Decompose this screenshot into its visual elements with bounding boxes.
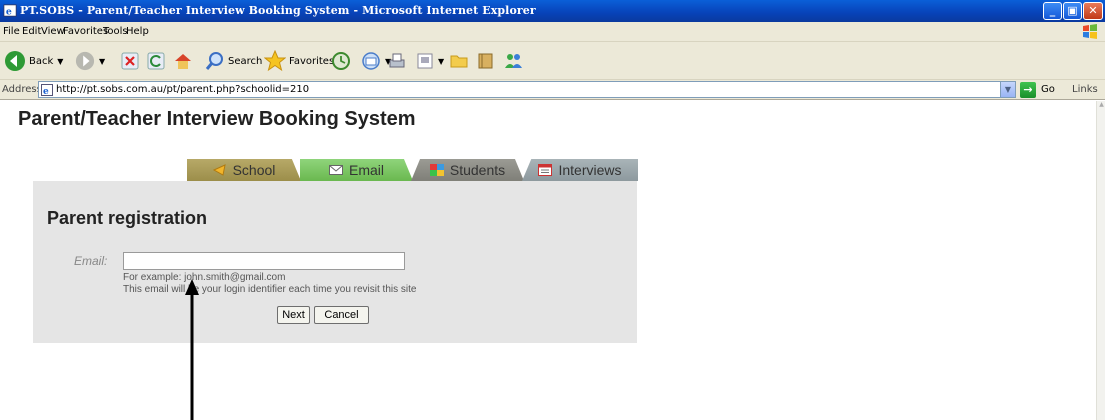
address-dropdown-button[interactable]: ▼ bbox=[1000, 82, 1015, 97]
favorites-star-icon bbox=[264, 50, 286, 72]
svg-text:e: e bbox=[6, 6, 12, 17]
students-icon bbox=[429, 164, 444, 176]
maximize-button[interactable]: ▣ bbox=[1063, 2, 1082, 20]
address-url: http://pt.sobs.com.au/pt/parent.php?scho… bbox=[56, 84, 310, 95]
back-dropdown-icon[interactable]: ▼ bbox=[57, 57, 63, 66]
email-example-hint: For example: john.smith@gmail.com bbox=[123, 272, 286, 283]
research-button[interactable] bbox=[476, 49, 496, 73]
email-label: Email: bbox=[74, 254, 108, 268]
minimize-button[interactable]: _ bbox=[1043, 2, 1062, 20]
tab-school-label: School bbox=[232, 162, 276, 178]
address-label: Address bbox=[2, 84, 42, 95]
refresh-button[interactable] bbox=[147, 49, 165, 73]
menu-help[interactable]: Help bbox=[126, 26, 149, 37]
go-button[interactable]: → bbox=[1020, 82, 1036, 98]
next-button[interactable]: Next bbox=[277, 306, 310, 324]
close-icon: ✕ bbox=[1088, 4, 1098, 17]
menu-edit[interactable]: Edit bbox=[22, 26, 41, 37]
menu-file[interactable]: File bbox=[3, 26, 20, 37]
window-titlebar: e PT.SOBS - Parent/Teacher Interview Boo… bbox=[0, 0, 1105, 22]
edit-page-icon bbox=[417, 53, 433, 69]
toolbar: Back ▼ ▼ Search Favorites ▼ ▼ bbox=[0, 42, 1105, 80]
tab-students-label: Students bbox=[449, 162, 506, 178]
cancel-button[interactable]: Cancel bbox=[314, 306, 369, 324]
tab-students[interactable]: Students bbox=[411, 159, 524, 181]
email-field[interactable] bbox=[123, 252, 405, 270]
address-input[interactable]: e http://pt.sobs.com.au/pt/parent.php?sc… bbox=[38, 81, 1016, 98]
vertical-scrollbar[interactable]: ▲ bbox=[1096, 101, 1105, 420]
svg-text:e: e bbox=[43, 87, 49, 96]
page-title: Parent/Teacher Interview Booking System bbox=[18, 108, 416, 130]
back-label: Back bbox=[29, 55, 54, 67]
favorites-button[interactable]: Favorites bbox=[264, 49, 334, 73]
go-arrow-icon: → bbox=[1023, 83, 1033, 96]
tab-email-label: Email bbox=[348, 162, 384, 178]
go-label[interactable]: Go bbox=[1041, 84, 1055, 95]
ie-icon: e bbox=[3, 4, 17, 17]
back-button[interactable]: Back ▼ bbox=[4, 49, 63, 73]
interviews-calendar-icon bbox=[538, 164, 553, 176]
home-button[interactable] bbox=[173, 49, 193, 73]
tab-interviews[interactable]: Interviews bbox=[522, 159, 638, 181]
page-icon: e bbox=[41, 84, 53, 96]
search-icon bbox=[205, 52, 223, 70]
email-icon bbox=[328, 165, 343, 175]
page-content: Parent/Teacher Interview Booking System … bbox=[0, 101, 1096, 420]
tab-school[interactable]: School bbox=[187, 159, 301, 181]
stop-button[interactable] bbox=[121, 49, 139, 73]
mail-icon bbox=[362, 52, 380, 70]
home-icon bbox=[175, 54, 191, 69]
favorites-label: Favorites bbox=[289, 55, 335, 67]
folder-icon bbox=[450, 55, 468, 68]
email-identifier-hint: This email will be your login identifier… bbox=[123, 284, 417, 295]
history-icon bbox=[332, 52, 350, 70]
messenger-button[interactable] bbox=[503, 49, 525, 73]
messenger-icon bbox=[505, 54, 522, 68]
edit-button[interactable]: ▼ bbox=[416, 49, 444, 73]
registration-heading: Parent registration bbox=[47, 208, 208, 228]
print-icon bbox=[389, 53, 405, 68]
close-button[interactable]: ✕ bbox=[1083, 2, 1103, 20]
restore-icon: ▣ bbox=[1067, 4, 1078, 17]
print-button[interactable] bbox=[387, 49, 407, 73]
forward-dropdown-icon[interactable]: ▼ bbox=[99, 57, 105, 66]
forward-button[interactable]: ▼ bbox=[75, 49, 105, 73]
scroll-up-icon[interactable]: ▲ bbox=[1097, 101, 1105, 111]
refresh-icon bbox=[147, 52, 165, 70]
edit-dropdown-icon[interactable]: ▼ bbox=[438, 57, 444, 66]
tab-email[interactable]: Email bbox=[300, 159, 413, 181]
search-button[interactable]: Search bbox=[205, 49, 262, 73]
school-icon bbox=[212, 164, 226, 176]
tab-interviews-label: Interviews bbox=[558, 162, 622, 178]
chevron-down-icon: ▼ bbox=[1004, 85, 1012, 94]
address-bar: Address e http://pt.sobs.com.au/pt/paren… bbox=[0, 80, 1105, 100]
menu-bar: File Edit View Favorites Tools Help bbox=[0, 22, 1105, 42]
menu-view[interactable]: View bbox=[41, 26, 65, 37]
back-icon bbox=[5, 51, 25, 71]
menu-favorites[interactable]: Favorites bbox=[63, 26, 108, 37]
history-button[interactable] bbox=[331, 49, 351, 73]
windows-logo-icon bbox=[1083, 24, 1097, 39]
folder-button[interactable] bbox=[449, 49, 469, 73]
research-book-icon bbox=[478, 53, 493, 69]
links-label[interactable]: Links bbox=[1072, 84, 1098, 95]
minimize-icon: _ bbox=[1049, 4, 1056, 17]
window-title: PT.SOBS - Parent/Teacher Interview Booki… bbox=[20, 4, 536, 17]
forward-icon bbox=[75, 51, 95, 71]
stop-icon bbox=[121, 52, 139, 70]
annotation-arrow-icon bbox=[185, 279, 199, 420]
search-label: Search bbox=[228, 55, 263, 67]
menu-tools[interactable]: Tools bbox=[103, 26, 128, 37]
